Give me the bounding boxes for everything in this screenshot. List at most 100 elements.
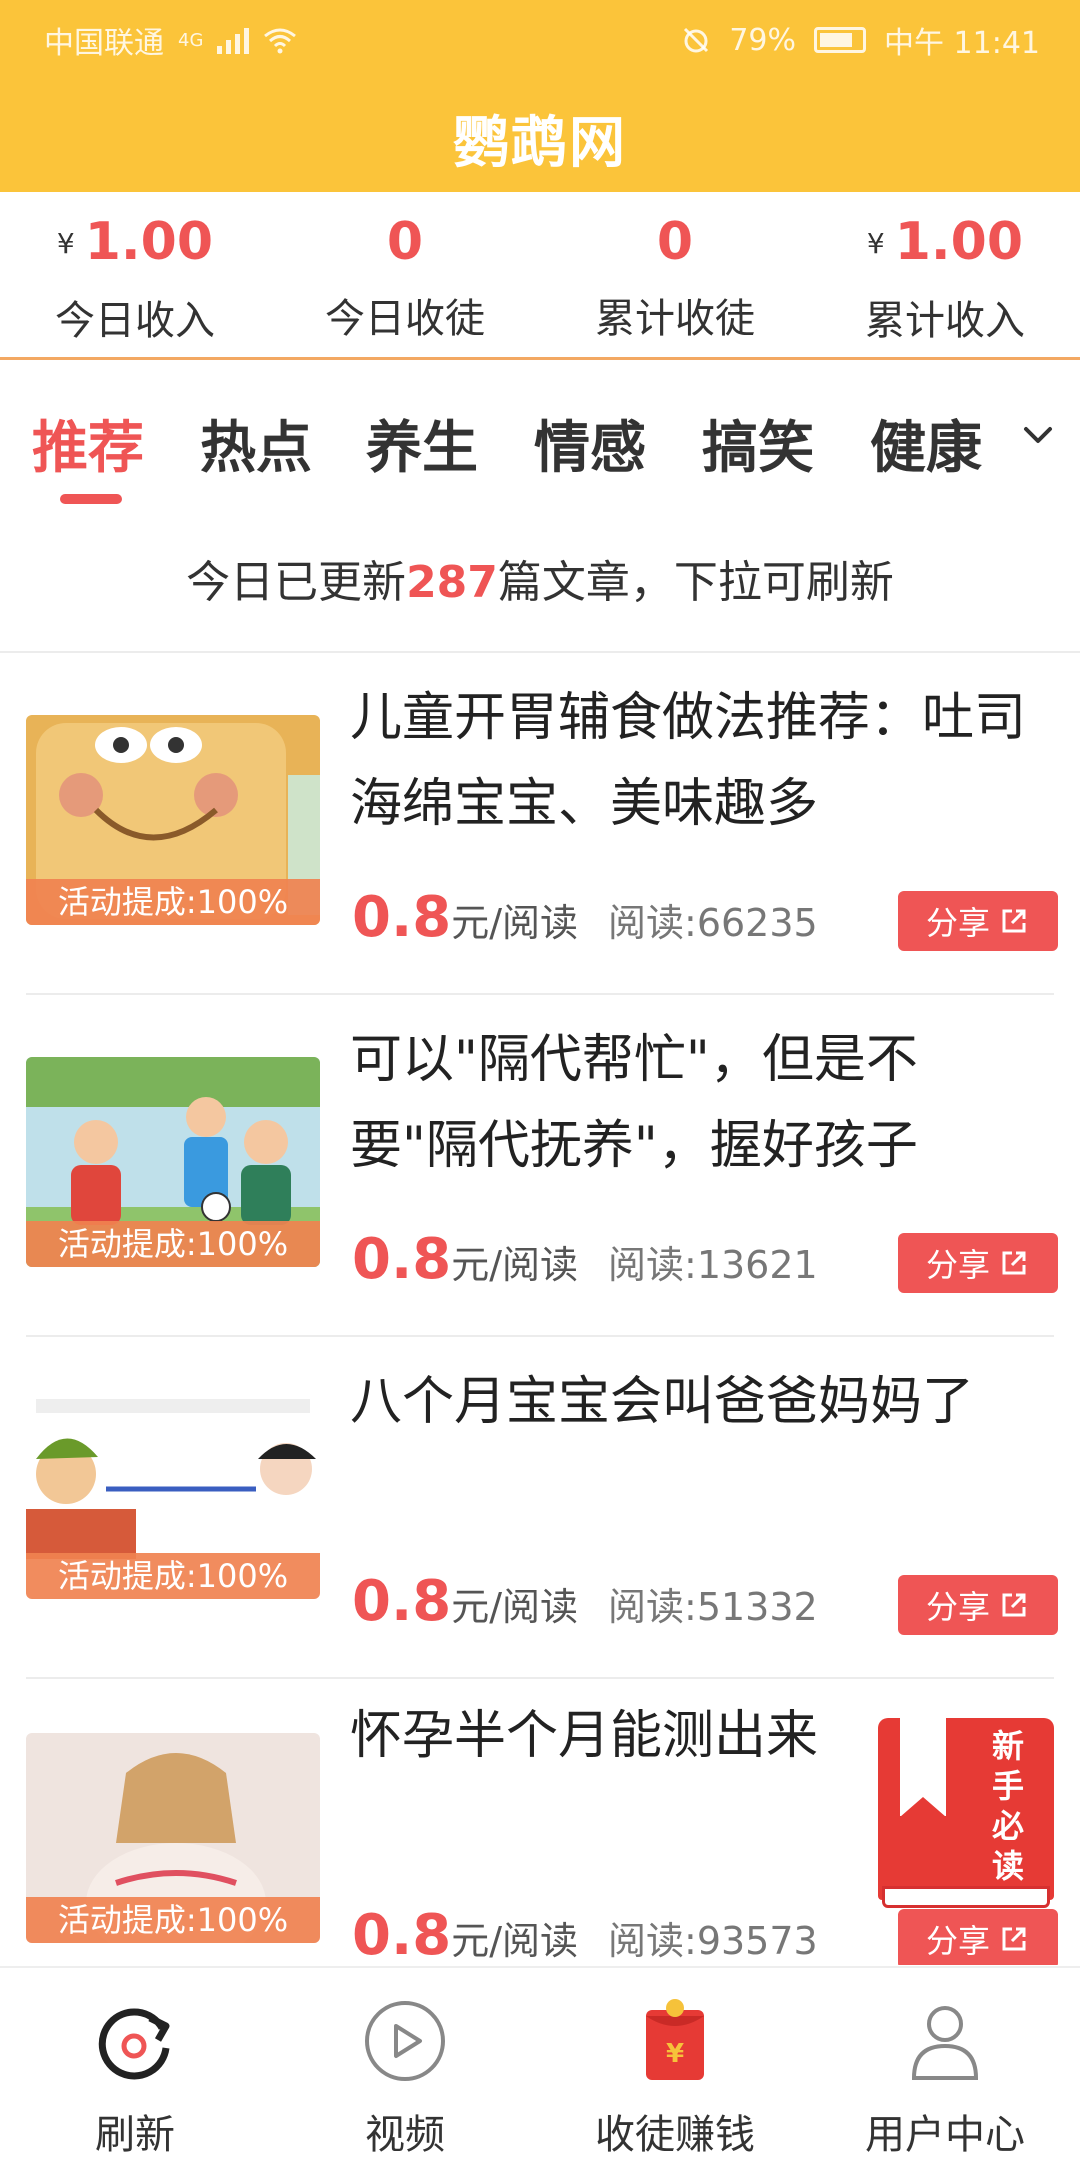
price-unit: 元/阅读 <box>451 1919 579 1963</box>
read-count: 阅读:93573 <box>608 1919 818 1963</box>
currency-symbol: ¥ <box>866 227 885 260</box>
user-icon <box>911 2006 979 2080</box>
stat-value: 0 <box>656 212 694 272</box>
stat-today-apprentices[interactable]: 0 今日收徒 <box>270 192 540 357</box>
article-title[interactable]: 儿童开胃辅食做法推荐：吐司海绵宝宝、美味趣多 <box>350 675 1040 847</box>
stat-total-income[interactable]: ¥1.00 累计收入 <box>810 192 1080 357</box>
article-title[interactable]: 八个月宝宝会叫爸爸妈妈了 <box>350 1359 1040 1445</box>
tab-health[interactable]: 健康 <box>870 403 982 484</box>
price-unit: 元/阅读 <box>451 901 579 945</box>
article-meta: 0.8元/阅读 阅读:13621 <box>352 1227 818 1292</box>
stat-value: 1.00 <box>84 212 214 272</box>
nav-label: 用户中心 <box>865 2112 1025 2158</box>
share-label: 分享 <box>925 1922 990 1960</box>
share-label: 分享 <box>925 904 990 942</box>
article-title[interactable]: 可以"隔代帮忙"，但是不要"隔代抚养"，握好孩子 <box>350 1017 1040 1189</box>
earnings-stats: ¥1.00 今日收入 0 今日收徒 0 累计收徒 ¥1.00 累计收入 <box>0 192 1080 360</box>
stat-label: 今日收徒 <box>325 296 485 342</box>
clock: 中午 11:41 <box>884 26 1040 61</box>
divider <box>26 993 1054 995</box>
play-icon <box>365 2001 445 2081</box>
article-item[interactable]: 活动提成:100% 儿童开胃辅食做法推荐：吐司海绵宝宝、美味趣多 0.8元/阅读… <box>0 655 1080 995</box>
price-unit: 元/阅读 <box>451 1243 579 1287</box>
tab-funny[interactable]: 搞笑 <box>702 403 814 484</box>
share-icon <box>1002 1251 1026 1275</box>
active-tab-indicator <box>60 494 122 504</box>
network-label: 4G <box>178 29 204 51</box>
commission-badge: 活动提成:100% <box>26 1553 320 1599</box>
refresh-icon <box>98 2008 170 2080</box>
stat-label: 累计收入 <box>865 298 1025 344</box>
article-thumbnail: 活动提成:100% <box>26 1733 320 1943</box>
category-tabs: 推荐 热点 养生 情感 搞笑 健康 <box>0 363 1080 513</box>
article-item[interactable]: 活动提成:100% 八个月宝宝会叫爸爸妈妈了 0.8元/阅读 阅读:51332 分… <box>0 1339 1080 1679</box>
read-count: 阅读:51332 <box>608 1585 818 1629</box>
article-meta: 0.8元/阅读 阅读:51332 <box>352 1569 818 1634</box>
price-value: 0.8 <box>352 1569 452 1634</box>
carrier-label: 中国联通 <box>44 26 164 61</box>
nav-video[interactable]: 视频 <box>270 1968 540 2160</box>
price-value: 0.8 <box>352 1227 452 1292</box>
newbie-guide-button[interactable]: 新手必读 <box>878 1718 1054 1918</box>
svg-text:¥: ¥ <box>666 2039 684 2069</box>
app-title: 鹦鹉网 <box>453 111 627 176</box>
article-thumbnail: 活动提成:100% <box>26 1057 320 1267</box>
bottom-nav: 刷新 视频 ¥ 收徒赚钱 用户中心 <box>0 1966 1080 2160</box>
article-thumbnail: 活动提成:100% <box>26 715 320 925</box>
red-envelope-icon: ¥ <box>646 1999 704 2080</box>
divider <box>26 1335 1054 1337</box>
stat-today-income[interactable]: ¥1.00 今日收入 <box>0 192 270 357</box>
stat-total-apprentices[interactable]: 0 累计收徒 <box>540 192 810 357</box>
share-label: 分享 <box>925 1588 990 1626</box>
battery-icon <box>814 27 866 53</box>
update-notice: 今日已更新287篇文章，下拉可刷新 <box>0 513 1080 653</box>
book-pages <box>882 1886 1050 1908</box>
article-meta: 0.8元/阅读 阅读:66235 <box>352 885 818 950</box>
tab-health-care[interactable]: 养生 <box>366 403 478 484</box>
chevron-down-icon[interactable] <box>1018 415 1058 455</box>
read-count: 阅读:66235 <box>608 901 818 945</box>
share-label: 分享 <box>925 1246 990 1284</box>
nav-label: 视频 <box>365 2112 445 2158</box>
tab-emotion[interactable]: 情感 <box>534 403 646 484</box>
nav-recruit[interactable]: ¥ 收徒赚钱 <box>540 1968 810 2160</box>
alarm-off-icon <box>684 27 709 53</box>
share-icon <box>1002 909 1026 933</box>
article-count: 287 <box>406 557 498 608</box>
commission-badge: 活动提成:100% <box>26 1897 320 1943</box>
status-bar: 中国联通 4G 79% 中午 11:41 <box>0 0 1080 72</box>
share-button[interactable]: 分享 <box>898 891 1058 951</box>
share-button[interactable]: 分享 <box>898 1575 1058 1635</box>
price-value: 0.8 <box>352 1903 452 1965</box>
share-icon <box>1002 1927 1026 1951</box>
read-count: 阅读:13621 <box>608 1243 818 1287</box>
nav-label: 收徒赚钱 <box>595 2112 755 2158</box>
guide-label: 新手必读 <box>991 1727 1024 1885</box>
battery-percent: 79% <box>729 22 796 58</box>
notice-suffix: 篇文章，下拉可刷新 <box>497 557 894 608</box>
stat-value: 1.00 <box>894 212 1024 272</box>
article-meta: 0.8元/阅读 阅读:93573 <box>352 1903 818 1965</box>
price-value: 0.8 <box>352 885 452 950</box>
stat-label: 累计收徒 <box>595 296 755 342</box>
price-unit: 元/阅读 <box>451 1585 579 1629</box>
currency-symbol: ¥ <box>56 227 75 260</box>
commission-badge: 活动提成:100% <box>26 879 320 925</box>
nav-label: 刷新 <box>95 2112 175 2158</box>
share-button[interactable]: 分享 <box>898 1233 1058 1293</box>
stat-value: 0 <box>386 212 424 272</box>
notice-prefix: 今日已更新 <box>186 557 407 608</box>
share-icon <box>1002 1593 1026 1617</box>
signal-icon <box>217 26 250 54</box>
tab-recommended[interactable]: 推荐 <box>32 403 144 484</box>
app-header: 中国联通 4G 79% 中午 11:41 鹦鹉网 <box>0 0 1080 192</box>
nav-refresh[interactable]: 刷新 <box>0 1968 270 2160</box>
commission-badge: 活动提成:100% <box>26 1221 320 1267</box>
stat-label: 今日收入 <box>55 298 215 344</box>
wifi-icon <box>264 28 297 54</box>
bookmark-icon <box>900 1718 946 1817</box>
tab-hot[interactable]: 热点 <box>200 403 312 484</box>
article-item[interactable]: 活动提成:100% 可以"隔代帮忙"，但是不要"隔代抚养"，握好孩子 0.8元/… <box>0 997 1080 1337</box>
article-thumbnail: 活动提成:100% <box>26 1389 320 1599</box>
nav-user-center[interactable]: 用户中心 <box>810 1968 1080 2160</box>
